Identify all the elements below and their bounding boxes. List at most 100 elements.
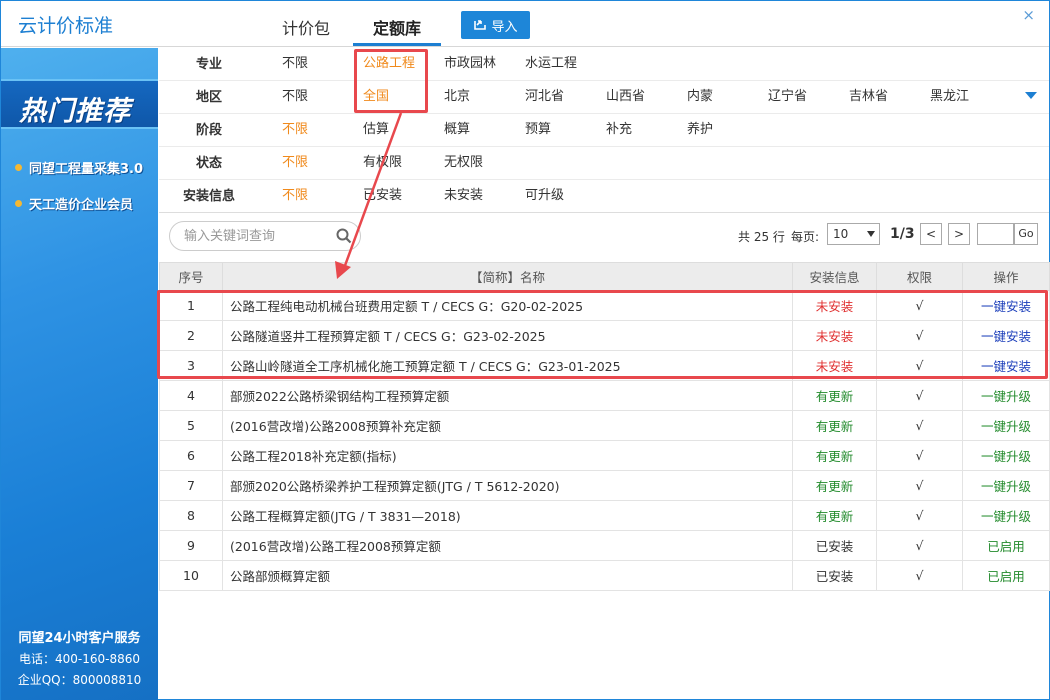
header-no: 序号 <box>159 262 223 291</box>
search-input[interactable] <box>184 228 334 245</box>
filter-row-major: 专业 不限 公路工程 市政园林 水运工程 <box>159 48 1049 81</box>
filter-option[interactable]: 未安装 <box>444 180 483 213</box>
import-label: 导入 <box>491 19 518 35</box>
tab-pricing-package[interactable]: 计价包 <box>282 15 330 39</box>
row-name-cell: (2016营改增)公路2008预算补充定额 <box>222 410 793 441</box>
row-install-status-cell: 有更新 <box>792 380 877 411</box>
filter-option-selected[interactable]: 不限 <box>282 114 308 147</box>
row-name: 公路工程2018补充定额(指标) <box>230 449 397 464</box>
install-action-link[interactable]: 已启用 <box>987 539 1025 554</box>
filter-option[interactable]: 预算 <box>525 114 551 147</box>
row-name: (2016营改增)公路2008预算补充定额 <box>230 419 441 434</box>
row-action-cell: 一键升级 <box>962 410 1050 441</box>
row-install-status-cell: 有更新 <box>792 470 877 501</box>
header-action: 操作 <box>962 262 1050 291</box>
filter-option[interactable]: 吉林省 <box>849 81 888 114</box>
close-icon[interactable]: × <box>1022 6 1035 24</box>
row-install-status: 已安装 <box>815 539 854 554</box>
filter-option[interactable]: 水运工程 <box>525 48 577 81</box>
header-permission: 权限 <box>876 262 963 291</box>
row-install-status-cell: 已安装 <box>792 560 877 591</box>
next-page-button[interactable]: > <box>948 223 970 245</box>
active-tab-indicator <box>353 43 441 46</box>
filter-row-status: 状态 不限 有权限 无权限 <box>159 147 1049 180</box>
row-permission-cell: √ <box>876 500 963 531</box>
install-action-link[interactable]: 一键升级 <box>981 389 1031 404</box>
row-name: 部颁2020公路桥梁养护工程预算定额(JTG / T 5612-2020) <box>230 479 560 494</box>
filter-option[interactable]: 估算 <box>363 114 389 147</box>
table-row[interactable]: 9 (2016营改增)公路工程2008预算定额 已安装 √ 已启用 <box>159 530 1050 561</box>
filter-option[interactable]: 可升级 <box>525 180 564 213</box>
per-page-select[interactable]: 10 <box>827 223 880 245</box>
row-install-status-cell: 有更新 <box>792 500 877 531</box>
filter-option[interactable]: 辽宁省 <box>768 81 807 114</box>
header-install: 安装信息 <box>792 262 877 291</box>
filter-option[interactable]: 养护 <box>687 114 713 147</box>
app-title: 云计价标准 <box>18 15 114 37</box>
install-action-link[interactable]: 一键升级 <box>981 479 1031 494</box>
row-permission: √ <box>915 478 924 493</box>
filter-option[interactable]: 有权限 <box>363 147 402 180</box>
row-name: 公路部颁概算定额 <box>230 569 331 584</box>
table-row[interactable]: 6 公路工程2018补充定额(指标) 有更新 √ 一键升级 <box>159 440 1050 471</box>
row-number-cell: 7 <box>159 470 223 501</box>
install-action-link[interactable]: 一键升级 <box>981 509 1031 524</box>
filter-option[interactable]: 山西省 <box>606 81 645 114</box>
row-install-status-cell: 有更新 <box>792 410 877 441</box>
expand-regions-icon[interactable] <box>1025 92 1037 99</box>
import-button[interactable]: 导入 <box>461 11 530 39</box>
table-row[interactable]: 5 (2016营改增)公路2008预算补充定额 有更新 √ 一键升级 <box>159 410 1050 441</box>
hot-banner: 热门推荐 <box>1 79 158 129</box>
filter-panel: 专业 不限 公路工程 市政园林 水运工程 地区 不限 全国 北京 河北省 山西省… <box>159 48 1049 213</box>
install-action-link[interactable]: 已启用 <box>987 569 1025 584</box>
dropdown-caret-icon <box>867 231 875 237</box>
highlight-box-rows <box>157 290 1048 379</box>
filter-label: 专业 <box>195 57 222 72</box>
row-name-cell: 公路工程概算定额(JTG / T 3831—2018) <box>222 500 793 531</box>
row-install-status: 有更新 <box>815 389 854 404</box>
row-permission: √ <box>915 568 924 583</box>
table-row[interactable]: 8 公路工程概算定额(JTG / T 3831—2018) 有更新 √ 一键升级 <box>159 500 1050 531</box>
filter-option[interactable]: 已安装 <box>363 180 402 213</box>
filter-row-region: 地区 不限 全国 北京 河北省 山西省 内蒙 辽宁省 吉林省 黑龙江 <box>159 81 1049 114</box>
table-row[interactable]: 7 部颁2020公路桥梁养护工程预算定额(JTG / T 5612-2020) 有更… <box>159 470 1050 501</box>
filter-option[interactable]: 内蒙 <box>687 81 713 114</box>
install-action-link[interactable]: 一键升级 <box>981 449 1031 464</box>
filter-option[interactable]: 补充 <box>606 114 632 147</box>
sidebar-link-survey[interactable]: 同望工程量采集3.0 <box>15 158 143 177</box>
filter-option[interactable]: 河北省 <box>525 81 564 114</box>
go-button[interactable]: Go <box>1014 223 1038 245</box>
filter-option[interactable]: 无权限 <box>444 147 483 180</box>
sidebar-link-membership[interactable]: 天工造价企业会员 <box>15 194 133 213</box>
page-indicator: 1/3 <box>890 226 915 242</box>
filter-option-selected[interactable]: 不限 <box>282 147 308 180</box>
bullet-icon <box>15 164 22 171</box>
table-row[interactable]: 4 部颁2022公路桥梁钢结构工程预算定额 有更新 √ 一键升级 <box>159 380 1050 411</box>
filter-option[interactable]: 黑龙江 <box>930 81 969 114</box>
sidebar-link-label: 同望工程量采集3.0 <box>29 162 144 177</box>
tab-quota-library[interactable]: 定额库 <box>373 15 421 39</box>
filter-row-install: 安装信息 不限 已安装 未安装 可升级 <box>159 180 1049 213</box>
row-permission-cell: √ <box>876 470 963 501</box>
filter-option[interactable]: 市政园林 <box>444 48 496 81</box>
row-install-status-cell: 有更新 <box>792 440 877 471</box>
filter-option[interactable]: 北京 <box>444 81 470 114</box>
filter-option[interactable]: 概算 <box>444 114 470 147</box>
row-permission-cell: √ <box>876 530 963 561</box>
sidebar-link-label: 天工造价企业会员 <box>29 198 134 213</box>
install-action-link[interactable]: 一键升级 <box>981 419 1031 434</box>
row-permission-cell: √ <box>876 380 963 411</box>
search-icon[interactable] <box>336 228 352 244</box>
filter-option[interactable]: 不限 <box>282 81 308 114</box>
row-number-cell: 9 <box>159 530 223 561</box>
filter-option-selected[interactable]: 不限 <box>282 180 308 213</box>
table-row[interactable]: 10 公路部颁概算定额 已安装 √ 已启用 <box>159 560 1050 591</box>
page-jump-input[interactable] <box>977 223 1014 245</box>
row-action-cell: 一键升级 <box>962 500 1050 531</box>
row-name-cell: 部颁2020公路桥梁养护工程预算定额(JTG / T 5612-2020) <box>222 470 793 501</box>
row-name: 部颁2022公路桥梁钢结构工程预算定额 <box>230 389 450 404</box>
row-number-cell: 6 <box>159 440 223 471</box>
prev-page-button[interactable]: < <box>920 223 942 245</box>
search-box[interactable] <box>169 221 361 251</box>
filter-option[interactable]: 不限 <box>282 48 308 81</box>
